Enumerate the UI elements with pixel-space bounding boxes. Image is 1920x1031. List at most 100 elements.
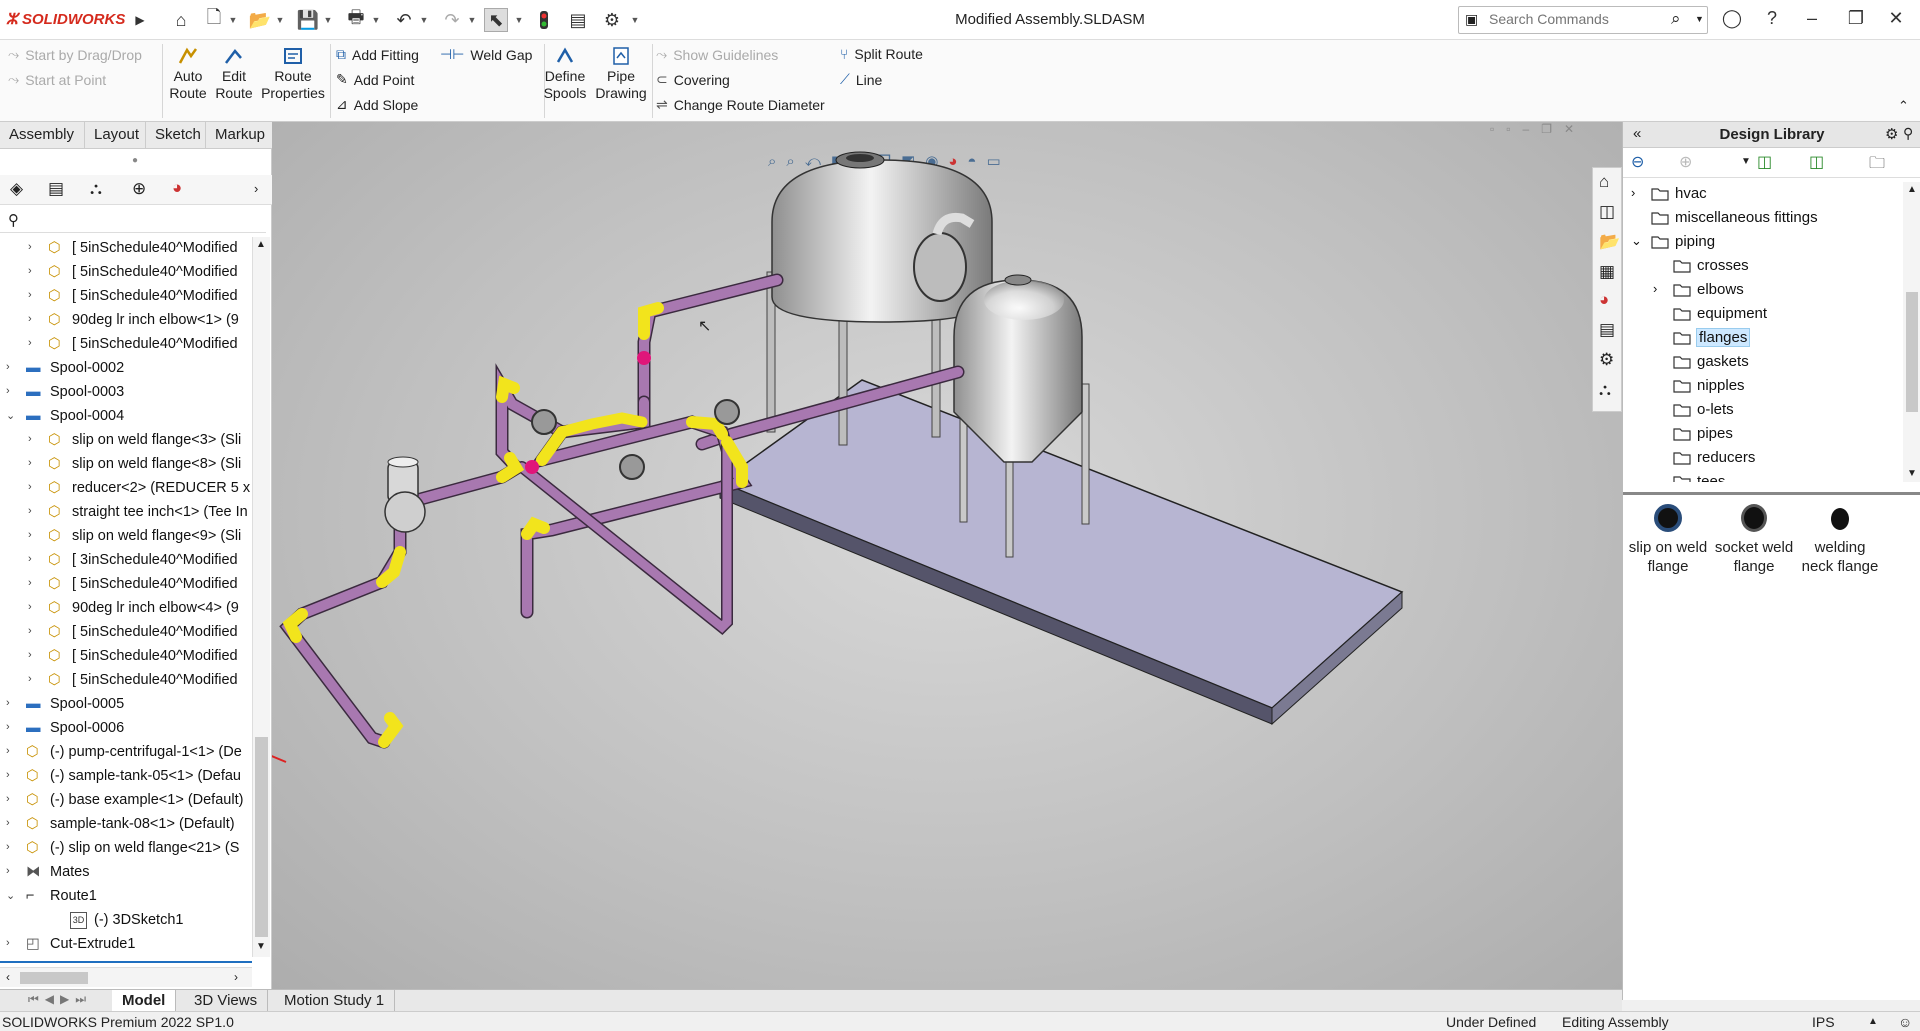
tab-markup[interactable]: Markup — [206, 122, 276, 149]
add-file-location-icon[interactable]: ◫ — [1809, 152, 1824, 172]
routing-library-icon[interactable]: ⛬ — [1599, 380, 1611, 400]
tree-item[interactable]: › ⬡ [ 5inSchedule40^Modified — [0, 333, 252, 357]
weld-gap-button[interactable]: ⊣⊢ Weld Gap — [440, 46, 532, 63]
tree-item[interactable]: ⌄ ⌐ Route1 — [0, 885, 252, 909]
tab-strip-expand-icon[interactable]: › — [254, 181, 258, 196]
file-explorer-icon[interactable]: 📂 — [1599, 232, 1620, 252]
scroll-up-icon[interactable]: ▲ — [256, 239, 266, 250]
library-folder-reducers[interactable]: reducers — [1623, 446, 1899, 470]
create-folder-icon[interactable]: 🗀 — [1869, 152, 1885, 179]
auto-route-button[interactable]: Auto Route — [166, 46, 210, 102]
design-library-tab-icon[interactable]: ◫ — [1599, 202, 1615, 222]
scroll-right-icon[interactable]: › — [234, 970, 238, 984]
tree-item[interactable]: › ⬡ reducer<2> (REDUCER 5 x — [0, 477, 252, 501]
scroll-thumb[interactable] — [255, 737, 268, 937]
library-folder-crosses[interactable]: crosses — [1623, 254, 1899, 278]
tree-item[interactable]: › ▬ Spool-0002 — [0, 357, 252, 381]
configuration-manager-icon[interactable]: ⛬ — [90, 179, 102, 199]
library-folder-elbows[interactable]: › elbows — [1623, 278, 1899, 302]
solidworks-resources-icon[interactable]: ⌂ — [1599, 172, 1609, 192]
tab-sketch[interactable]: Sketch — [146, 122, 206, 149]
panel-options-icon[interactable]: ⚙ — [1885, 125, 1898, 143]
tree-item[interactable]: › ⬡ 90deg lr inch elbow<1> (9 — [0, 309, 252, 333]
tree-item[interactable]: › ⬡ (-) slip on weld flange<21> (S — [0, 837, 252, 861]
expand-arrow-icon[interactable]: › — [28, 241, 32, 253]
tree-item[interactable]: ⌄ ▬ Spool-0004 — [0, 405, 252, 429]
bottom-tab-motion-study-1[interactable]: Motion Study 1 — [274, 990, 396, 1012]
expand-arrow-icon[interactable]: › — [28, 553, 32, 565]
units-dropdown-icon[interactable]: ▲ — [1868, 1016, 1878, 1027]
tree-horizontal-scrollbar[interactable]: ‹ › — [0, 967, 252, 987]
split-route-button[interactable]: ⑂ Split Route — [840, 46, 923, 62]
expand-arrow-icon[interactable]: › — [6, 817, 10, 829]
expand-arrow-icon[interactable]: › — [6, 769, 10, 781]
expand-arrow-icon[interactable]: › — [6, 865, 10, 877]
minimize-icon[interactable]: – — [1798, 8, 1826, 32]
expand-arrow-icon[interactable]: › — [28, 337, 32, 349]
solidworks-forum-icon[interactable]: ⚙ — [1599, 350, 1614, 370]
library-folder-o-lets[interactable]: o-lets — [1623, 398, 1899, 422]
history-dropdown-icon[interactable]: ▼ — [1741, 156, 1751, 167]
view-palette-icon[interactable]: ▦ — [1599, 262, 1615, 282]
tree-item[interactable]: › ⬡ slip on weld flange<8> (Sli — [0, 453, 252, 477]
filter-bar[interactable]: ⚲ — [0, 207, 266, 233]
tree-vertical-scrollbar[interactable]: ▲ ▼ — [252, 237, 270, 957]
tree-item[interactable]: › ⧓ Mates — [0, 861, 252, 885]
expand-arrow-icon[interactable]: › — [6, 721, 10, 733]
scroll-left-icon[interactable]: ‹ — [6, 970, 10, 984]
tab-layout[interactable]: Layout — [85, 122, 146, 149]
library-scroll-thumb[interactable] — [1906, 292, 1918, 412]
define-spools-button[interactable]: Define Spools — [540, 46, 590, 102]
tab-navigation-arrows[interactable]: ⏮◀▶⏭ — [28, 992, 92, 1007]
tree-item[interactable]: 3D (-) 3DSketch1 — [0, 909, 252, 933]
collapse-ribbon-icon[interactable]: ⌃ — [1898, 98, 1909, 114]
add-fitting-button[interactable]: ⧉ Add Fitting — [336, 46, 419, 63]
display-manager-icon[interactable]: ◕ — [172, 178, 182, 198]
h-scroll-thumb[interactable] — [20, 972, 88, 984]
tree-item[interactable]: › ⬡ (-) base example<1> (Default) — [0, 789, 252, 813]
collapse-arrow-icon[interactable]: ⌄ — [6, 409, 15, 422]
pin-icon[interactable]: ⚲ — [1903, 125, 1913, 142]
add-to-library-icon[interactable]: ◫ — [1757, 152, 1772, 172]
appearances-icon[interactable]: ◕ — [1599, 290, 1609, 310]
add-point-button[interactable]: ✎ Add Point — [336, 71, 414, 88]
property-manager-icon[interactable]: ▤ — [48, 179, 64, 199]
expand-arrow-icon[interactable]: › — [28, 601, 32, 613]
collapse-arrow-icon[interactable]: ⌄ — [1631, 233, 1642, 249]
tree-item[interactable]: › ⬡ (-) sample-tank-05<1> (Defau — [0, 765, 252, 789]
collapse-arrow-icon[interactable]: ⌄ — [6, 889, 15, 902]
library-folder-flanges[interactable]: flanges — [1623, 326, 1899, 350]
expand-arrow-icon[interactable]: › — [28, 505, 32, 517]
start-drag-drop-button[interactable]: ⤳ Start by Drag/Drop — [8, 46, 142, 63]
expand-arrow-icon[interactable]: › — [28, 577, 32, 589]
library-folder-tees[interactable]: tees — [1623, 470, 1899, 482]
tree-item[interactable]: › ⬡ (-) pump-centrifugal-1<1> (De — [0, 741, 252, 765]
library-folder-piping[interactable]: ⌄ piping — [1623, 230, 1899, 254]
covering-button[interactable]: ⊂ Covering — [656, 71, 730, 88]
expand-arrow-icon[interactable]: › — [28, 313, 32, 325]
search-input[interactable] — [1489, 11, 1669, 27]
tree-item[interactable]: › ⬡ [ 3inSchedule40^Modified — [0, 549, 252, 573]
route-properties-button[interactable]: Route Properties — [260, 46, 326, 102]
back-icon[interactable]: ⊖ — [1631, 152, 1644, 172]
user-account-icon[interactable]: ◯ — [1718, 8, 1746, 32]
tree-item[interactable]: › ▬ Spool-0005 — [0, 693, 252, 717]
library-item-welding-neck-flange[interactable]: welding neck flange — [1797, 504, 1883, 576]
library-folder-equipment[interactable]: equipment — [1623, 302, 1899, 326]
expand-arrow-icon[interactable]: › — [6, 385, 10, 397]
library-scroll-up-icon[interactable]: ▲ — [1907, 184, 1917, 195]
tree-item[interactable]: › ⬡ [ 5inSchedule40^Modified — [0, 261, 252, 285]
expand-arrow-icon[interactable]: › — [28, 625, 32, 637]
tree-item[interactable]: › ⬡ 90deg lr inch elbow<4> (9 — [0, 597, 252, 621]
tab-assembly[interactable]: Assembly — [0, 122, 85, 149]
expand-arrow-icon[interactable]: › — [28, 457, 32, 469]
expand-arrow-icon[interactable]: › — [1653, 281, 1657, 296]
library-scrollbar[interactable]: ▲ ▼ — [1903, 182, 1920, 482]
tree-item[interactable]: › ⬡ [ 5inSchedule40^Modified — [0, 285, 252, 309]
tree-item[interactable]: › ▬ Spool-0003 — [0, 381, 252, 405]
expand-arrow-icon[interactable]: › — [28, 529, 32, 541]
expand-arrow-icon[interactable]: › — [6, 937, 10, 949]
piping-assembly-model[interactable] — [272, 122, 1622, 989]
graphics-area[interactable]: ⌕⌕⤺◧✎❒◩◉◕◓▭ ▫▫–❐✕ — [272, 122, 1622, 989]
expand-arrow-icon[interactable]: › — [6, 793, 10, 805]
